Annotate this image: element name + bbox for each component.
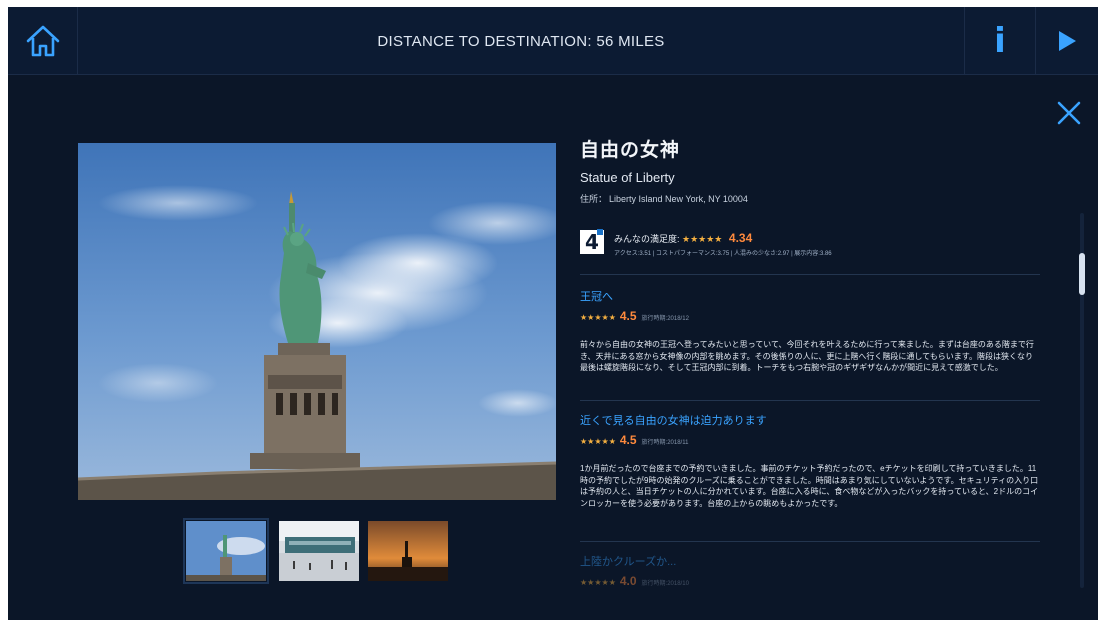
info-button[interactable]: i (964, 7, 1035, 75)
place-details: 自由の女神 Statue of Liberty 住所： Liberty Islan… (580, 135, 1040, 205)
close-icon (1057, 101, 1081, 125)
place-name-english: Statue of Liberty (580, 170, 675, 185)
top-bar: DISTANCE TO DESTINATION: 56 MILES i (8, 7, 1098, 75)
place-address: 住所： Liberty Island New York, NY 10004 (580, 192, 1040, 205)
rating-breakdown: アクセス:3.51 | コストパフォーマンス:3.75 | 人混みの少なさ:2.… (614, 251, 832, 257)
review-meta: ★★★★★ 4.5 旅行時期:2018/12 (580, 307, 1040, 325)
review-item[interactable]: 王冠へ ★★★★★ 4.5 旅行時期:2018/12 前々から自由の女神の王冠へ登っ… (580, 288, 1040, 401)
rating-summary: みんなの満足度: ★★★★★ 4.34 (614, 231, 752, 245)
review-stars: ★★★★★ (580, 437, 616, 446)
home-icon (26, 25, 59, 57)
review-title[interactable]: 近くで見る自由の女神は迫力あります (580, 412, 1040, 428)
rating-stars: ★★★★★ (682, 234, 723, 244)
review-stars: ★★★★★ (580, 578, 616, 587)
review-score: 4.0 (619, 574, 637, 588)
info-icon: i (994, 21, 1006, 61)
scrollbar-thumb[interactable] (1079, 253, 1085, 295)
ferry-thumbnail[interactable] (278, 520, 360, 582)
review-body: 1か月前だったので台座までの予約でいきました。事前のチケット予約だったので、eチ… (580, 464, 1039, 508)
play-button[interactable] (1035, 7, 1098, 75)
overall-rating: 4 みんなの満足度: ★★★★★ 4.34 アクセス:3.51 | コストパフォ… (580, 227, 1040, 275)
review-score: 4.5 (619, 309, 637, 323)
address-label: 住所： (580, 194, 608, 204)
close-button[interactable] (1054, 98, 1084, 128)
place-name-japanese: 自由の女神 (580, 140, 681, 161)
review-item[interactable]: 上陸かクルーズか... ★★★★★ 4.0 旅行時期:2018/10 (580, 553, 1040, 589)
review-date: 旅行時期:2018/11 (641, 440, 689, 446)
4travel-logo: 4 (580, 229, 604, 254)
review-stars: ★★★★★ (580, 313, 616, 322)
review-title[interactable]: 王冠へ (580, 288, 1040, 304)
review-meta: ★★★★★ 4.5 旅行時期:2018/11 (580, 431, 1040, 449)
statue-thumbnail[interactable] (185, 520, 267, 582)
rating-label: みんなの満足度: (614, 234, 680, 244)
review-item[interactable]: 近くで見る自由の女神は迫力あります ★★★★★ 4.5 旅行時期:2018/11 1… (580, 412, 1040, 542)
sunset-thumbnail[interactable] (367, 520, 449, 582)
distance-title: DISTANCE TO DESTINATION: 56 MILES (377, 32, 665, 50)
review-score: 4.5 (619, 433, 637, 447)
rating-score: 4.34 (728, 231, 753, 245)
address-value: Liberty Island New York, NY 10004 (609, 194, 748, 204)
review-title[interactable]: 上陸かクルーズか... (580, 553, 1040, 569)
app-window: DISTANCE TO DESTINATION: 56 MILES i 自由の女… (8, 7, 1098, 620)
review-date: 旅行時期:2018/10 (641, 581, 689, 587)
home-button[interactable] (8, 7, 78, 75)
review-date: 旅行時期:2018/12 (641, 316, 689, 322)
main-photo (78, 143, 556, 500)
review-body: 前々から自由の女神の王冠へ登ってみたいと思っていて、今回それを叶えるために行って… (580, 340, 1034, 372)
review-meta: ★★★★★ 4.0 旅行時期:2018/10 (580, 572, 1040, 590)
play-icon (1059, 31, 1076, 51)
